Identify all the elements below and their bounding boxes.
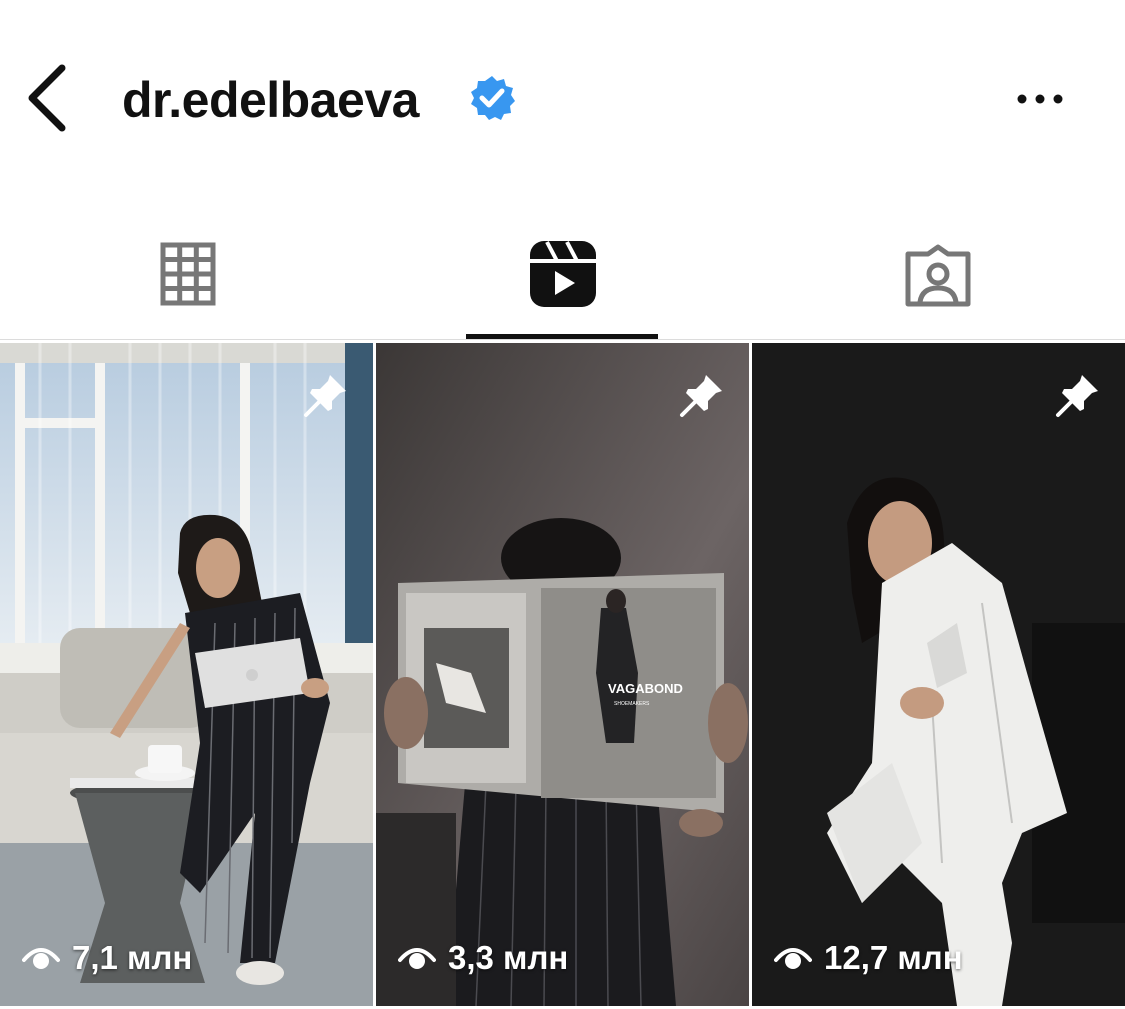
reels-grid: 7,1 млн VAGABOND SHOEMAKERS 3,3 млн 12,7… (0, 343, 1125, 1009)
views-label: 3,3 млн (448, 939, 569, 976)
chevron-left-icon[interactable] (22, 62, 74, 134)
more-horizontal-icon[interactable] (1012, 84, 1068, 114)
reel-tile[interactable]: VAGABOND SHOEMAKERS 3,3 млн (376, 343, 749, 1006)
verified-badge-icon (471, 76, 515, 120)
tabs-divider (0, 339, 1125, 340)
tab-grid[interactable] (0, 200, 375, 340)
reel-tile[interactable]: 12,7 млн (752, 343, 1125, 1006)
tab-reels[interactable] (375, 200, 750, 340)
pin-icon (680, 375, 722, 417)
grid-icon (160, 242, 216, 306)
views-label: 12,7 млн (824, 939, 963, 976)
reel-thumbnail-image (0, 343, 373, 1006)
tagged-person-icon (905, 244, 971, 307)
profile-username: dr.edelbaeva (122, 72, 419, 128)
tab-tagged[interactable] (750, 200, 1125, 340)
views-count: 3,3 млн (398, 938, 568, 978)
pin-icon (304, 375, 346, 417)
eye-icon (774, 948, 812, 969)
eye-icon (398, 948, 436, 969)
reels-icon (530, 241, 596, 307)
reel-thumbnail-image: VAGABOND SHOEMAKERS (376, 343, 749, 1006)
eye-icon (22, 948, 60, 969)
pin-icon (1056, 375, 1098, 417)
views-label: 7,1 млн (72, 939, 193, 976)
reel-tile[interactable]: 7,1 млн (0, 343, 373, 1006)
profile-header: dr.edelbaeva (0, 0, 1125, 200)
magazine-subtext: SHOEMAKERS (614, 701, 650, 707)
profile-tabs (0, 200, 1125, 340)
views-count: 12,7 млн (774, 938, 963, 978)
views-count: 7,1 млн (22, 938, 192, 978)
magazine-text: VAGABOND (608, 681, 683, 696)
reel-thumbnail-image (752, 343, 1125, 1006)
